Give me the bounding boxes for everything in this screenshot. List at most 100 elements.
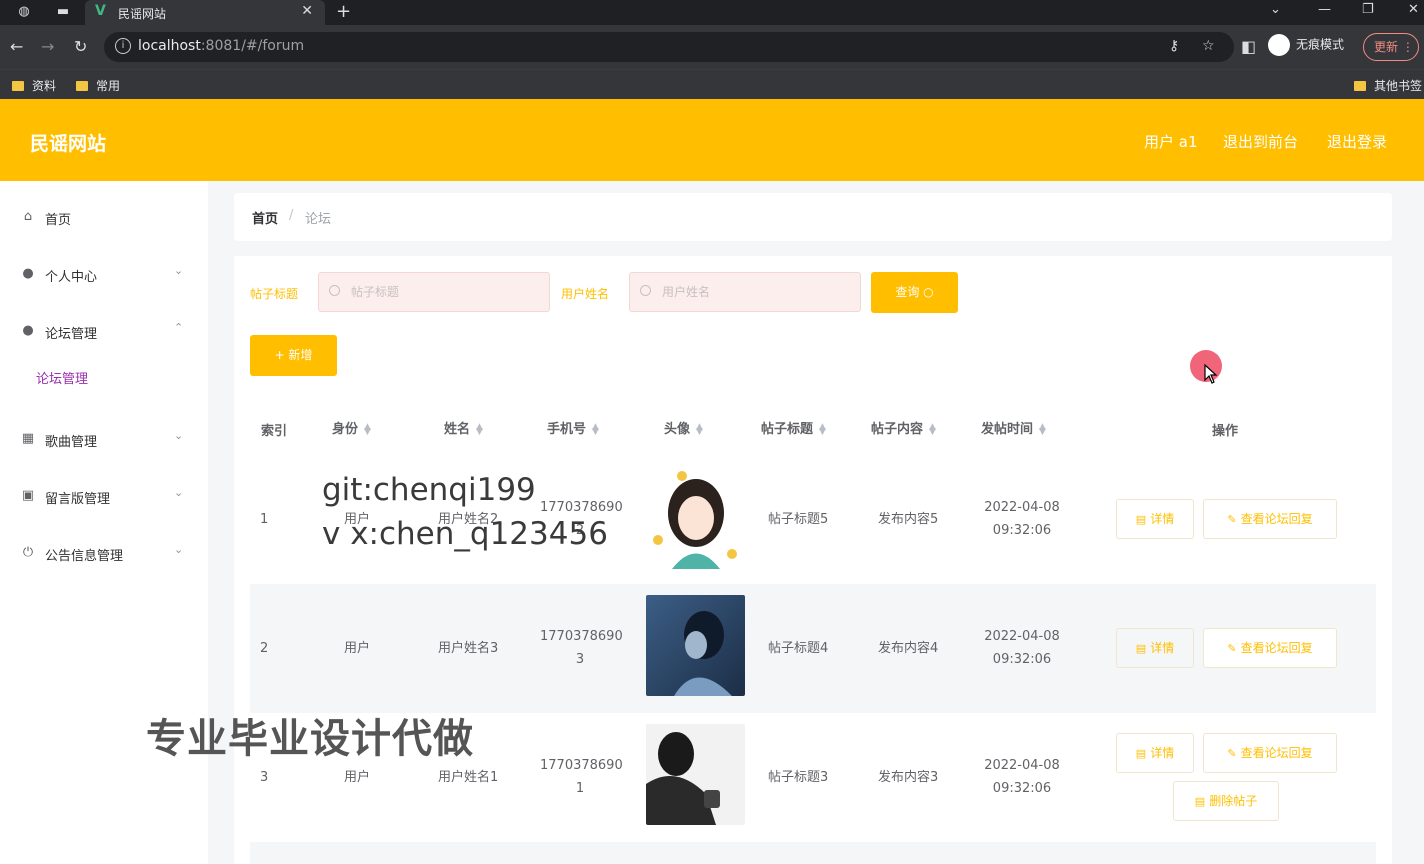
vue-logo-icon: V bbox=[95, 3, 106, 19]
folder-icon bbox=[1354, 81, 1366, 91]
incognito-icon bbox=[1268, 34, 1290, 56]
chevron-up-icon: ⌃ bbox=[174, 321, 184, 334]
star-icon[interactable]: ☆ bbox=[1202, 38, 1215, 54]
globe-icon[interactable]: ◍ bbox=[16, 4, 32, 20]
breadcrumb-current: 论坛 bbox=[305, 212, 332, 227]
chevron-down-icon: ⌄ bbox=[174, 543, 184, 556]
col-post-title[interactable]: 帖子标题 ▲ ▼ bbox=[761, 418, 826, 437]
clipboard-icon: ▣ bbox=[21, 488, 35, 503]
folder-icon bbox=[76, 81, 88, 91]
search-icon bbox=[640, 285, 651, 296]
search-icon: ○ bbox=[923, 285, 934, 299]
col-actions: 操作 bbox=[1212, 424, 1239, 439]
user-icon: ● bbox=[22, 266, 34, 281]
document-icon: ▤ bbox=[1135, 642, 1147, 655]
add-button[interactable]: + 新增 bbox=[250, 335, 337, 376]
sidebar-subitem-forum[interactable]: 论坛管理 bbox=[36, 368, 88, 387]
close-tab-icon[interactable]: ✕ bbox=[301, 3, 313, 19]
view-reply-button[interactable]: ✎ 查看论坛回复 bbox=[1203, 628, 1337, 668]
browser-tab[interactable]: V 民谣网站 ✕ bbox=[85, 0, 325, 25]
home-icon: ⌂ bbox=[23, 209, 33, 224]
detail-button[interactable]: ▤ 详情 bbox=[1116, 733, 1194, 773]
view-reply-button[interactable]: ✎ 查看论坛回复 bbox=[1203, 499, 1337, 539]
search-icon bbox=[329, 285, 340, 296]
sort-icon[interactable]: ▲ ▼ bbox=[819, 422, 826, 436]
browser-tab-bar: ◍ ▬ V 民谣网站 ✕ + ⌄ — ❐ ✕ bbox=[0, 0, 1424, 25]
cursor-arrow-icon bbox=[1204, 364, 1218, 384]
breadcrumb-home[interactable]: 首页 bbox=[252, 208, 278, 227]
breadcrumb-separator: / bbox=[289, 208, 294, 223]
edit-icon: ✎ bbox=[1227, 747, 1237, 760]
sort-icon[interactable]: ▲ ▼ bbox=[364, 422, 371, 436]
name-filter-label: 用户姓名 bbox=[561, 287, 610, 301]
folder-icon bbox=[12, 81, 24, 91]
bulb-icon: ● bbox=[22, 323, 34, 338]
reload-icon[interactable]: ↻ bbox=[74, 37, 87, 56]
sort-icon[interactable]: ▲ ▼ bbox=[929, 422, 936, 436]
incognito-badge[interactable]: 无痕模式 bbox=[1268, 34, 1344, 60]
watermark-banner: 专业毕业设计代做 bbox=[146, 716, 474, 762]
col-role[interactable]: 身份 ▲ ▼ bbox=[332, 418, 371, 437]
title-search-input[interactable] bbox=[349, 284, 529, 300]
table-row bbox=[250, 842, 1376, 864]
grid-icon: ▦ bbox=[21, 431, 35, 446]
close-window-icon[interactable]: ✕ bbox=[1408, 2, 1419, 17]
other-bookmarks[interactable]: 其他书签 bbox=[1354, 77, 1422, 94]
chevron-down-icon: ⌄ bbox=[174, 486, 184, 499]
watermark-text: git:chenqi199 v x:chen_q123456 bbox=[322, 472, 608, 552]
restore-icon[interactable]: ❐ bbox=[1362, 2, 1374, 17]
detail-button[interactable]: ▤ 详情 bbox=[1116, 499, 1194, 539]
logout-link[interactable]: 退出登录 bbox=[1327, 131, 1387, 152]
name-filter-input[interactable] bbox=[629, 272, 861, 312]
back-to-front-link[interactable]: 退出到前台 bbox=[1223, 131, 1298, 152]
title-filter-input[interactable] bbox=[318, 272, 550, 312]
col-phone[interactable]: 手机号 ▲ ▼ bbox=[547, 418, 599, 437]
sort-icon[interactable]: ▲ ▼ bbox=[1039, 422, 1046, 436]
omnibox[interactable]: i localhost:8081/#/forum ⚷ ☆ bbox=[104, 32, 1234, 62]
bookmark-folder[interactable]: 常用 bbox=[76, 77, 120, 94]
key-icon[interactable]: ⚷ bbox=[1169, 38, 1179, 54]
forward-icon[interactable]: → bbox=[41, 37, 54, 56]
bookmark-folder[interactable]: 资料 bbox=[12, 77, 56, 94]
title-filter-label: 帖子标题 bbox=[250, 287, 299, 301]
sidebar-item-songs[interactable]: ▦ 歌曲管理 ⌄ bbox=[0, 418, 208, 458]
sidebar-item-messages[interactable]: ▣ 留言版管理 ⌄ bbox=[0, 475, 208, 515]
col-index: 索引 bbox=[261, 424, 288, 439]
col-post-time[interactable]: 发帖时间 ▲ ▼ bbox=[981, 418, 1046, 437]
sidebar-item-home[interactable]: ⌂ 首页 bbox=[0, 196, 208, 236]
sidepanel-icon[interactable]: ◧ bbox=[1241, 37, 1256, 56]
document-icon: ▤ bbox=[1135, 513, 1147, 526]
trash-icon: ▤ bbox=[1194, 795, 1206, 808]
edit-icon: ✎ bbox=[1227, 513, 1237, 526]
update-button[interactable]: 更新 ⋮ bbox=[1363, 33, 1419, 61]
sort-icon[interactable]: ▲ ▼ bbox=[696, 422, 703, 436]
back-icon[interactable]: ← bbox=[10, 37, 23, 56]
bookmarks-bar: 资料 常用 其他书签 bbox=[0, 69, 1424, 99]
avatar-image bbox=[646, 724, 745, 825]
user-label[interactable]: 用户 a1 bbox=[1144, 131, 1198, 152]
url-text[interactable]: localhost:8081/#/forum bbox=[138, 38, 304, 54]
col-name[interactable]: 姓名 ▲ ▼ bbox=[444, 418, 483, 437]
new-tab-icon[interactable]: + bbox=[336, 1, 351, 22]
brand-title: 民谣网站 bbox=[30, 133, 107, 155]
name-search-input[interactable] bbox=[660, 284, 840, 300]
col-avatar[interactable]: 头像 ▲ ▼ bbox=[664, 418, 703, 437]
query-button[interactable]: 查询 ○ bbox=[871, 272, 958, 313]
edit-icon: ✎ bbox=[1227, 642, 1237, 655]
tab-search-icon[interactable]: ⌄ bbox=[1270, 2, 1281, 17]
minimize-icon[interactable]: — bbox=[1318, 2, 1331, 17]
detail-button[interactable]: ▤ 详情 bbox=[1116, 628, 1194, 668]
sidebar-item-forum[interactable]: ● 论坛管理 ⌃ bbox=[0, 310, 208, 350]
app-header: 民谣网站 用户 a1 退出到前台 退出登录 bbox=[0, 99, 1424, 181]
view-reply-button[interactable]: ✎ 查看论坛回复 bbox=[1203, 733, 1337, 773]
delete-post-button[interactable]: ▤ 删除帖子 bbox=[1173, 781, 1279, 821]
window-icon[interactable]: ▬ bbox=[55, 4, 71, 20]
col-post-content[interactable]: 帖子内容 ▲ ▼ bbox=[871, 418, 936, 437]
sort-icon[interactable]: ▲ ▼ bbox=[476, 422, 483, 436]
sort-icon[interactable]: ▲ ▼ bbox=[592, 422, 599, 436]
sidebar-item-notices[interactable]: ⏻ 公告信息管理 ⌄ bbox=[0, 532, 208, 572]
table-row: 2 用户 用户姓名3 1770378690 3 帖子标题4 发布内容4 2022-… bbox=[250, 584, 1376, 713]
avatar-image bbox=[646, 468, 745, 569]
info-icon[interactable]: i bbox=[115, 38, 131, 54]
sidebar-item-profile[interactable]: ● 个人中心 ⌄ bbox=[0, 253, 208, 293]
